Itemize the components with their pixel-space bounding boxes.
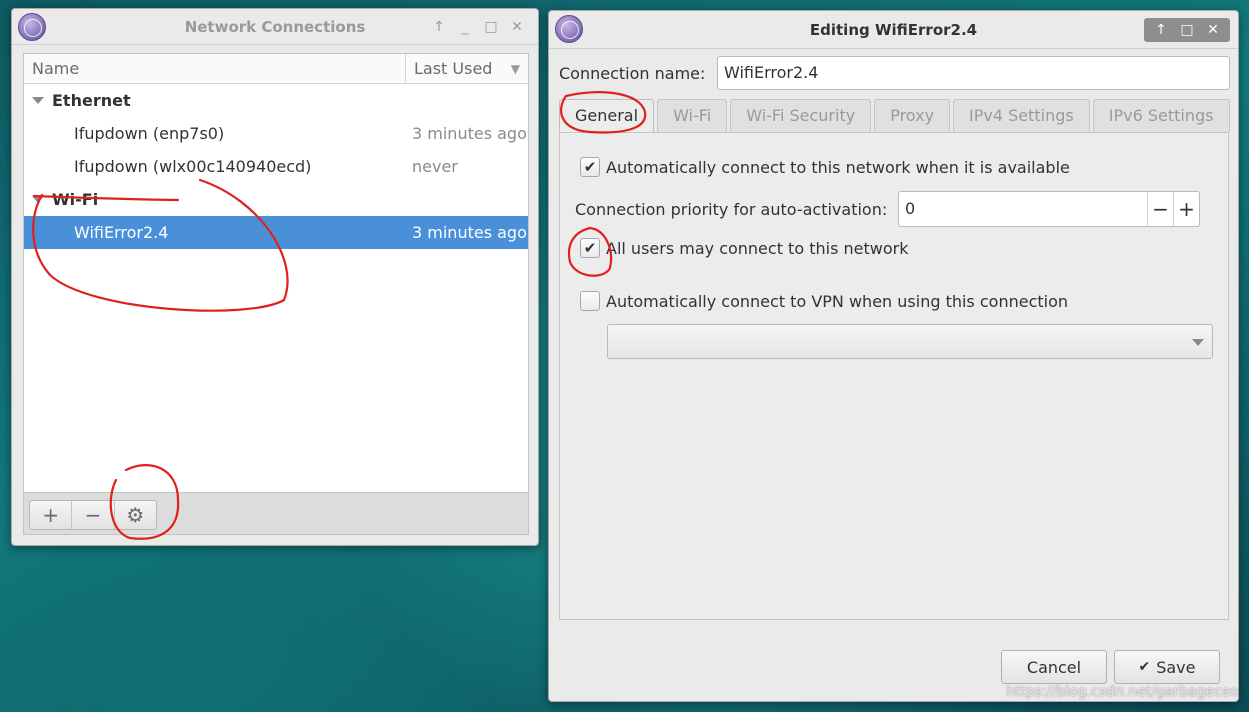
minimize-icon[interactable]: _ <box>452 15 478 39</box>
keep-above-icon[interactable]: ↑ <box>426 15 452 39</box>
tab-wifi[interactable]: Wi-Fi <box>657 99 728 132</box>
ed-titlebar[interactable]: Editing WifiError2.4 ↑ □ ✕ <box>549 11 1238 49</box>
cancel-button[interactable]: Cancel <box>1001 650 1107 684</box>
add-connection-button[interactable]: + <box>30 501 73 529</box>
cancel-button-label: Cancel <box>1026 657 1082 677</box>
network-connections-window: Network Connections ↑ _ □ ✕ Name Last Us… <box>11 8 539 546</box>
connections-toolbar: + − ⚙ <box>23 493 529 535</box>
group-label: Ethernet <box>52 91 131 110</box>
expander-icon <box>32 97 44 104</box>
list-item[interactable]: Ifupdown (enp7s0) 3 minutes ago <box>24 117 528 150</box>
connections-list: Name Last Used ▼ Ethernet Ifupdown (enp7… <box>23 53 529 493</box>
priority-row: Connection priority for auto-activation:… <box>575 191 1200 227</box>
all-users-row[interactable]: ✔ All users may connect to this network <box>580 238 908 258</box>
list-header: Name Last Used ▼ <box>24 54 528 84</box>
priority-stepper[interactable]: 0 − + <box>898 191 1200 227</box>
list-item[interactable]: Ifupdown (wlx00c140940ecd) never <box>24 150 528 183</box>
connection-last-used: never <box>412 157 458 176</box>
connection-name-input[interactable]: WifiError2.4 <box>717 56 1230 90</box>
vpn-select[interactable] <box>607 324 1213 359</box>
priority-value[interactable]: 0 <box>899 192 1147 226</box>
auto-connect-label: Automatically connect to this network wh… <box>606 157 1070 177</box>
all-users-checkbox[interactable]: ✔ <box>580 238 600 258</box>
general-tab-panel: ✔ Automatically connect to this network … <box>559 132 1229 620</box>
nc-titlebar[interactable]: Network Connections ↑ _ □ ✕ <box>12 9 538 45</box>
ed-window-title: Editing WifiError2.4 <box>809 20 978 39</box>
nc-window-controls: ↑ _ □ ✕ <box>426 15 530 39</box>
toolbar-button-group: + − ⚙ <box>29 500 157 530</box>
keep-above-icon[interactable]: ↑ <box>1148 18 1174 42</box>
group-label: Wi-Fi <box>52 190 99 209</box>
column-header-name[interactable]: Name <box>24 54 406 83</box>
connection-name-label: Connection name: <box>559 63 706 83</box>
network-app-icon <box>18 13 46 41</box>
gear-icon[interactable]: ⚙ <box>115 501 156 529</box>
save-button-label: Save <box>1156 657 1196 677</box>
tab-ipv6-settings[interactable]: IPv6 Settings <box>1092 99 1230 132</box>
check-icon: ✔ <box>1138 659 1151 675</box>
vpn-row[interactable]: Automatically connect to VPN when using … <box>580 291 1068 311</box>
save-button[interactable]: ✔ Save <box>1114 650 1220 684</box>
tab-general[interactable]: General <box>559 99 655 132</box>
connection-last-used: 3 minutes ago <box>412 223 527 242</box>
connection-name: WifiError2.4 <box>74 223 169 242</box>
watermark: https://blog.csdn.net/garbageceo <box>1006 684 1239 700</box>
chevron-down-icon <box>1192 339 1204 346</box>
connection-name: Ifupdown (wlx00c140940ecd) <box>74 157 312 176</box>
vpn-checkbox[interactable] <box>580 291 600 311</box>
editor-tabs: General Wi-Fi Wi-Fi Security Proxy IPv4 … <box>559 99 1230 132</box>
close-icon[interactable]: ✕ <box>1200 18 1226 42</box>
column-header-last-used[interactable]: Last Used ▼ <box>406 54 528 83</box>
connection-name: Ifupdown (enp7s0) <box>74 124 225 143</box>
ed-window-controls: ↑ □ ✕ <box>1144 18 1230 42</box>
priority-label: Connection priority for auto-activation: <box>575 199 888 219</box>
edit-connection-window: Editing WifiError2.4 ↑ □ ✕ Connection na… <box>548 10 1239 702</box>
list-item-selected[interactable]: WifiError2.4 3 minutes ago <box>24 216 528 249</box>
vpn-label: Automatically connect to VPN when using … <box>606 291 1069 311</box>
network-app-icon <box>555 15 583 43</box>
tab-ipv4-settings[interactable]: IPv4 Settings <box>953 99 1090 132</box>
group-row-ethernet[interactable]: Ethernet <box>24 84 528 117</box>
connection-last-used: 3 minutes ago <box>412 124 527 143</box>
expander-icon <box>32 196 44 203</box>
remove-connection-button[interactable]: − <box>72 501 115 529</box>
decrement-button[interactable]: − <box>1147 192 1173 226</box>
connection-name-row: Connection name: WifiError2.4 <box>559 56 1230 90</box>
tab-wifi-security[interactable]: Wi-Fi Security <box>730 99 872 132</box>
auto-connect-checkbox[interactable]: ✔ <box>580 157 600 177</box>
auto-connect-row[interactable]: ✔ Automatically connect to this network … <box>580 157 1070 177</box>
column-header-last-used-label: Last Used <box>414 59 493 78</box>
maximize-icon[interactable]: □ <box>1174 18 1200 42</box>
increment-button[interactable]: + <box>1173 192 1199 226</box>
sort-chevron-down-icon: ▼ <box>510 62 520 76</box>
all-users-label: All users may connect to this network <box>606 238 909 258</box>
tab-proxy[interactable]: Proxy <box>874 99 951 132</box>
group-row-wifi[interactable]: Wi-Fi <box>24 183 528 216</box>
nc-window-title: Network Connections <box>184 17 366 36</box>
close-icon[interactable]: ✕ <box>504 15 530 39</box>
maximize-icon[interactable]: □ <box>478 15 504 39</box>
